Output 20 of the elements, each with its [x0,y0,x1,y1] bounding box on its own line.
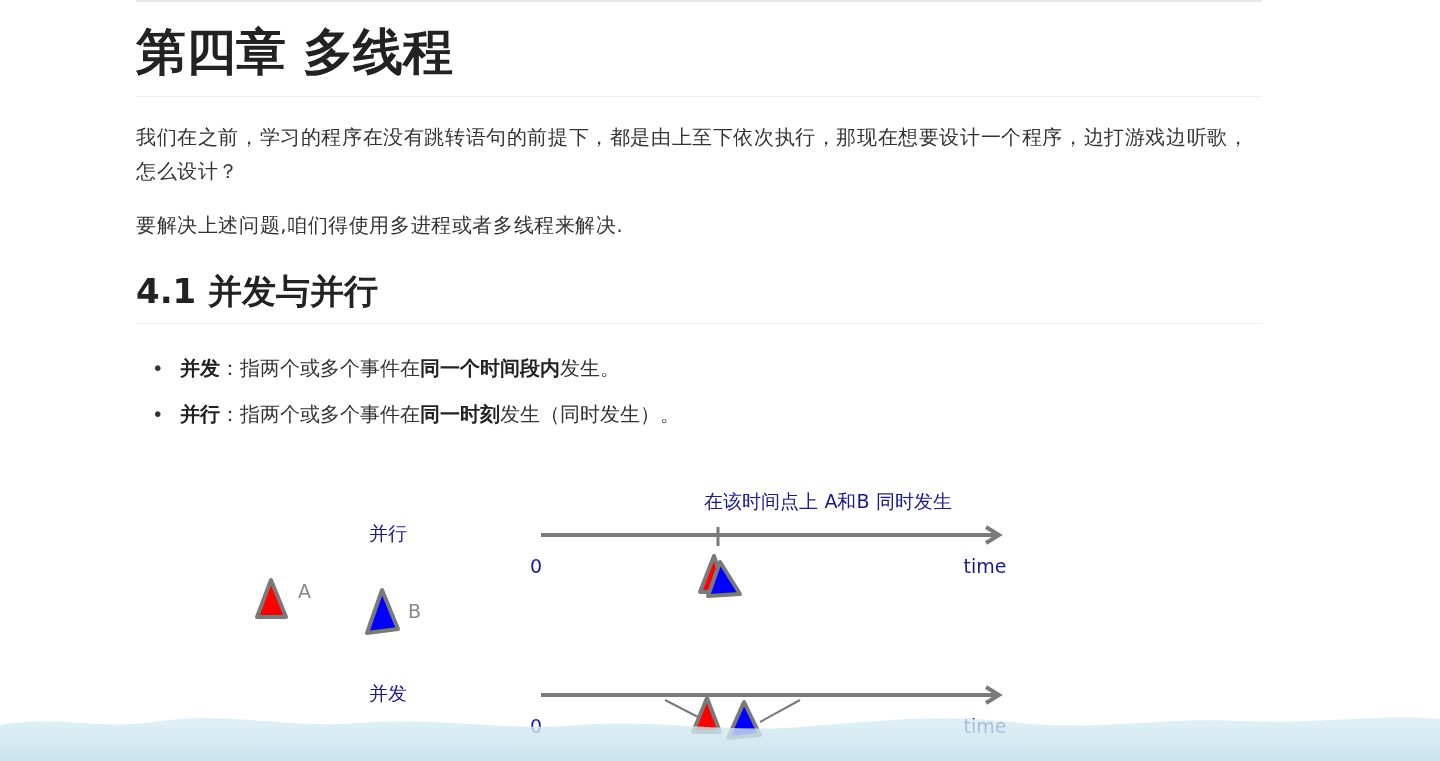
section-title: 4.1 并发与并行 [136,270,379,313]
legend-label: B [408,600,422,622]
paragraph: 要解决上述问题,咱们得使用多进程或者多线程来解决. [136,213,625,239]
axis-label: time [963,715,1007,737]
paragraph: 我们在之前，学习的程序在没有跳转语句的前提下，都是由上至下依次执行，那现在想要设计一个程序，边打游戏边听歌，怎么设计？ [136,125,1250,185]
timeline-label: 并发 [369,682,407,704]
time-point-tick [716,527,720,546]
bullet-marker: • [152,402,164,428]
diagram-caption: 在该时间点上 A和B 同时发生 [704,490,952,512]
axis-origin: 0 [529,555,543,577]
timeline-label: 并行 [369,522,407,544]
bullet-marker: • [152,356,164,382]
legend-label: A [298,580,311,602]
leader-line [759,699,801,723]
bullet-item: 并行：指两个或多个事件在同一时刻发生（同时发生）。 [179,402,680,428]
bullet-item: 并发：指两个或多个事件在同一个时间段内发生。 [179,356,620,382]
chapter-title: 第四章 多线程 [136,22,454,83]
axis-origin: 0 [529,715,543,737]
event-triangle [706,560,742,598]
axis-label: time [963,555,1007,577]
